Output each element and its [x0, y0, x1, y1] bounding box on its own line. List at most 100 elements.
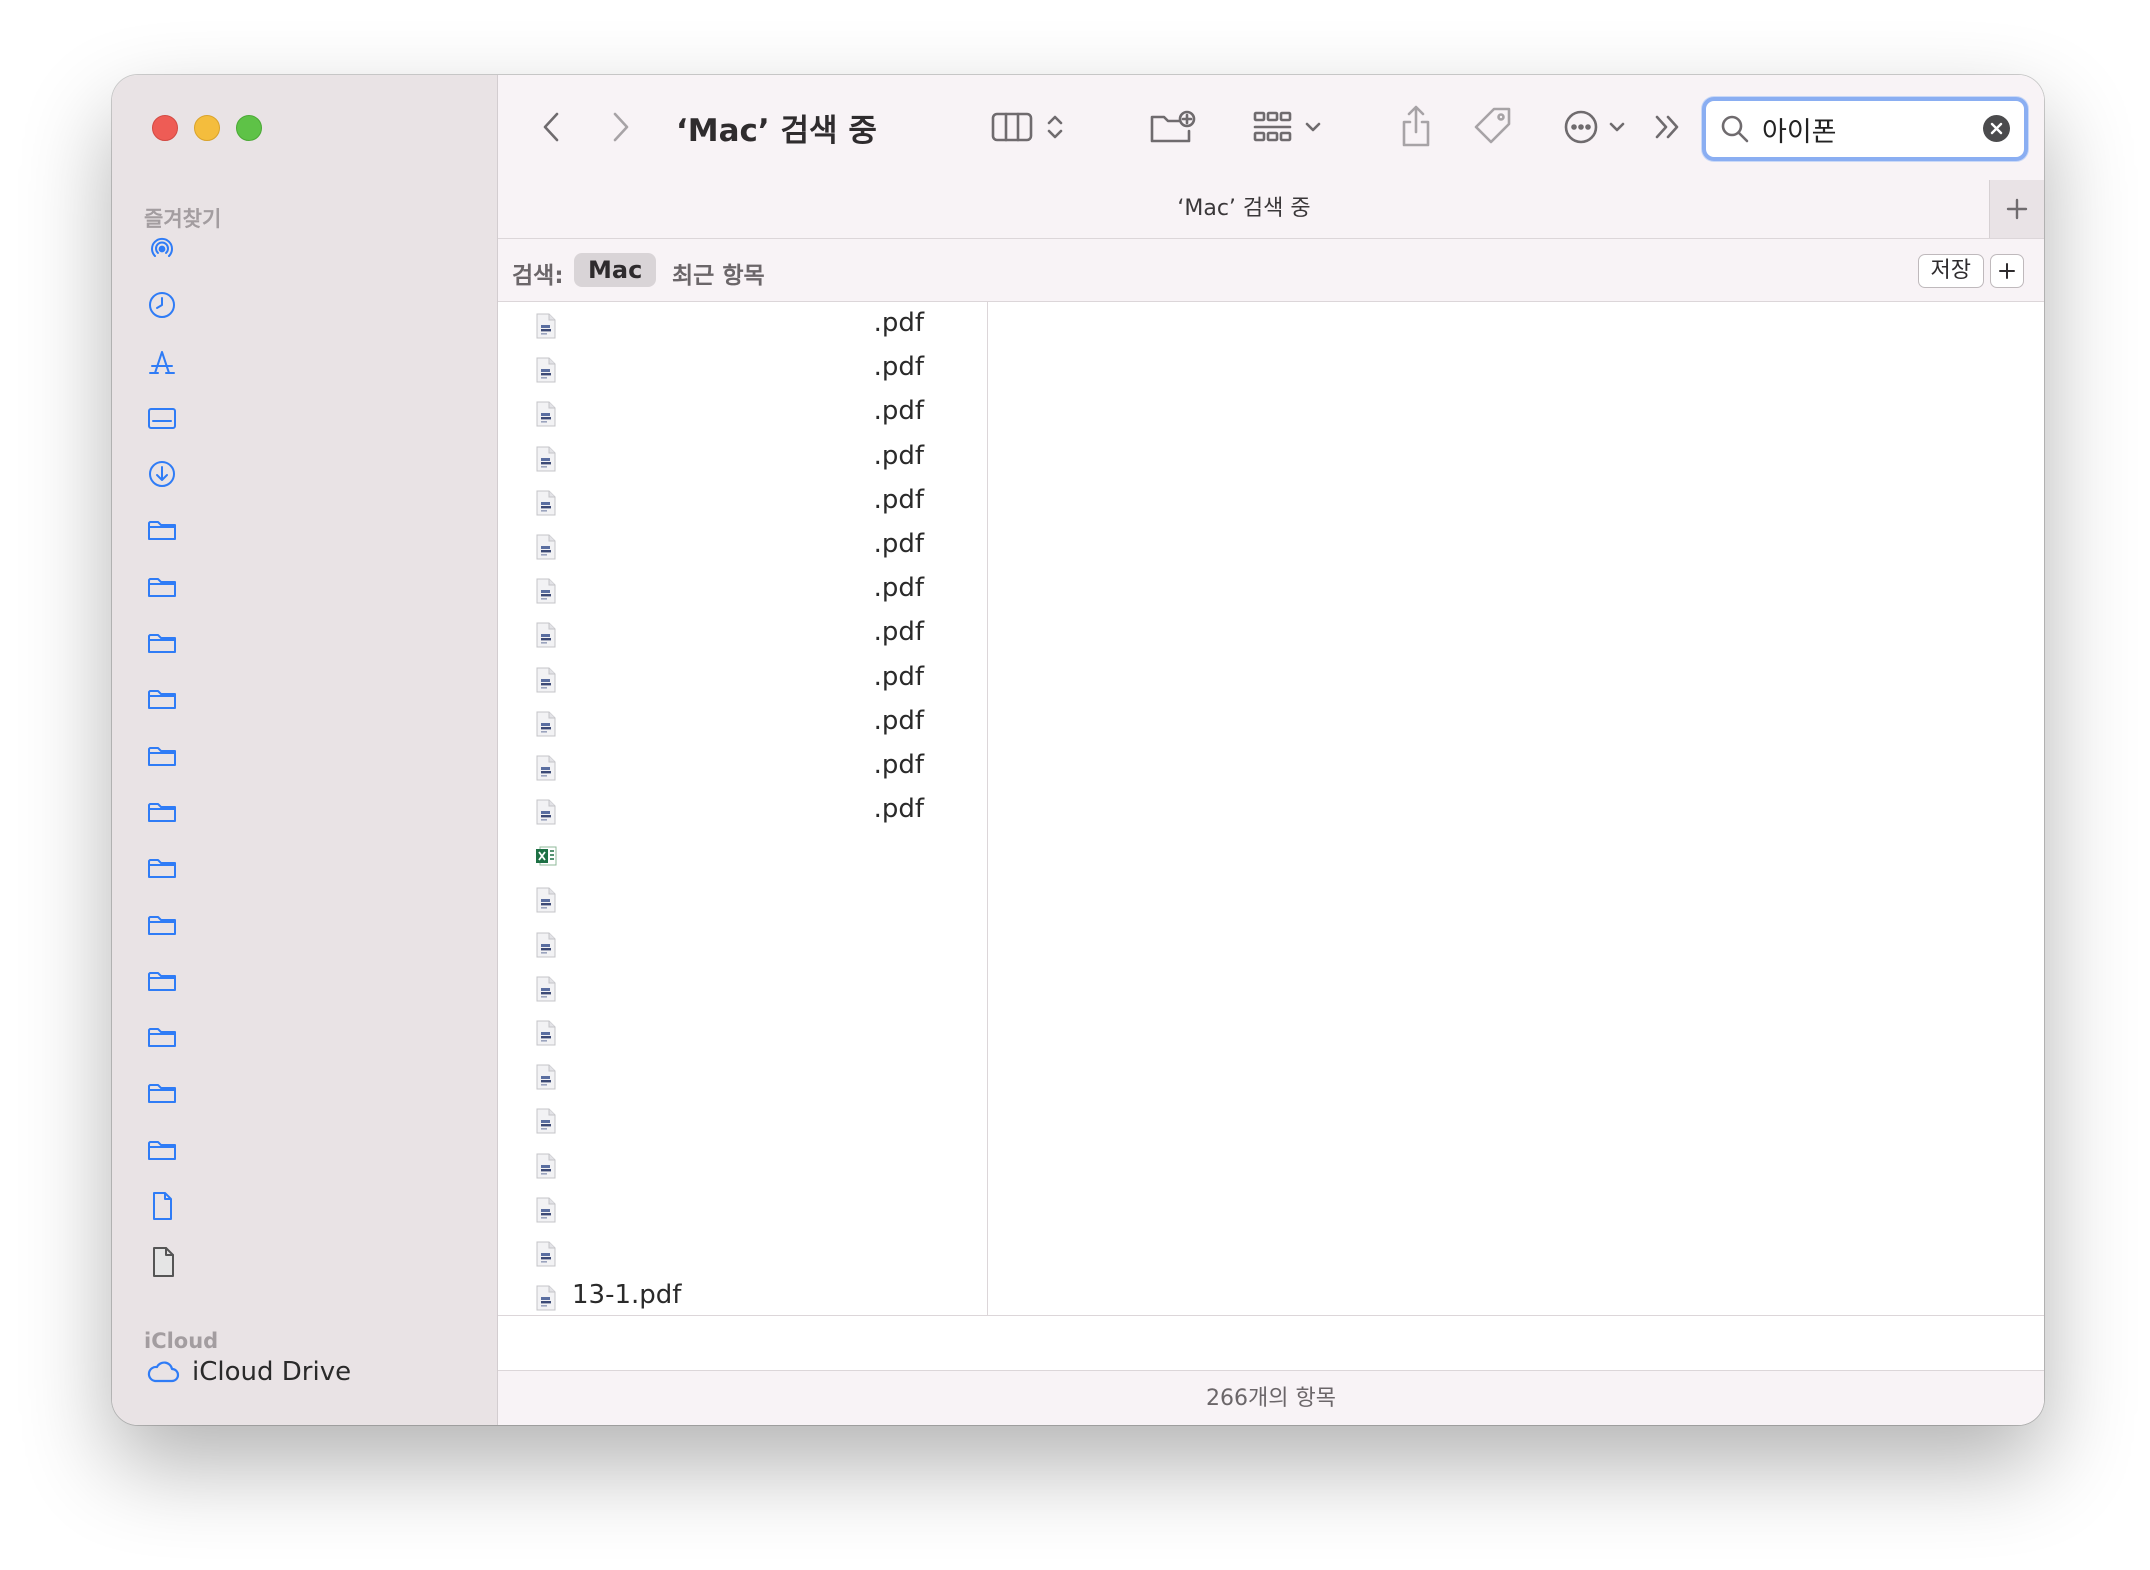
double-chevron-right-icon — [1655, 115, 1679, 139]
chevron-right-icon — [613, 112, 629, 142]
file-row[interactable]: .pdf — [498, 611, 987, 655]
file-row[interactable]: .pdf — [498, 700, 987, 744]
file-row[interactable]: .pdf — [498, 479, 987, 523]
folder-icon — [148, 746, 176, 766]
excel-file-icon — [536, 846, 557, 866]
file-row[interactable] — [498, 1097, 987, 1141]
action-menu-button[interactable] — [1554, 105, 1634, 149]
sidebar-item-14[interactable] — [146, 1021, 178, 1053]
save-search-button[interactable]: 저장 — [1917, 254, 1984, 288]
folder-icon — [148, 577, 176, 597]
sidebar-item-18[interactable] — [146, 1246, 178, 1278]
sidebar-item-8[interactable] — [146, 683, 178, 715]
file-name: .pdf — [873, 308, 924, 338]
sidebar-item-label: iCloud Drive — [192, 1357, 352, 1387]
sidebar-item-3[interactable] — [146, 402, 178, 434]
toolbar-overflow-button[interactable] — [1650, 107, 1686, 147]
view-mode-button[interactable] — [983, 105, 1073, 149]
file-row[interactable]: .pdf — [498, 435, 987, 479]
tag-icon — [1474, 107, 1511, 144]
file-name: .pdf — [873, 528, 924, 559]
folder-icon — [148, 690, 176, 710]
tab-search-mac[interactable]: ‘Mac’ 검색 중 — [498, 180, 1990, 238]
sidebar-item-4[interactable] — [146, 458, 178, 490]
clear-search-button[interactable] — [1983, 115, 2010, 142]
file-row[interactable] — [498, 876, 987, 920]
sidebar-item-6[interactable] — [146, 571, 178, 603]
main-area: ‘Mac’ 검색 중 아이폰 ‘Mac’ 검색 중 검색: Mac 최근 항목 … — [498, 75, 2044, 1425]
file-row[interactable]: 13-1.pdf — [498, 1274, 987, 1315]
new-folder-icon — [1150, 110, 1196, 143]
folder-icon — [148, 1028, 176, 1048]
close-window-button[interactable] — [152, 115, 178, 141]
share-button[interactable] — [1396, 101, 1436, 151]
file-row[interactable] — [498, 965, 987, 1009]
scope-mac-button[interactable]: Mac — [574, 253, 657, 287]
ellipsis-circle-icon — [1564, 110, 1598, 144]
sidebar-item-2[interactable] — [146, 346, 178, 378]
search-input[interactable] — [1762, 113, 1962, 145]
window-controls — [152, 115, 262, 141]
file-row[interactable]: .pdf — [498, 302, 987, 346]
add-criteria-button[interactable] — [1990, 254, 2024, 288]
share-icon — [1402, 105, 1430, 147]
pdf-file-icon — [536, 887, 556, 913]
sidebar-item-11[interactable] — [146, 852, 178, 884]
toolbar: ‘Mac’ 검색 중 — [498, 75, 2044, 180]
back-button[interactable] — [536, 107, 566, 147]
sidebar-item-16[interactable] — [146, 1134, 178, 1166]
path-bar — [498, 1315, 2044, 1371]
file-row[interactable] — [498, 832, 987, 876]
scope-recent-button[interactable]: 최근 항목 — [672, 256, 765, 290]
sidebar-item-icloud-drive[interactable]: iCloud Drive — [146, 1357, 351, 1387]
sidebar-item-7[interactable] — [146, 627, 178, 659]
file-row[interactable]: .pdf — [498, 788, 987, 832]
forward-button[interactable] — [606, 107, 636, 147]
sidebar-item-15[interactable] — [146, 1077, 178, 1109]
file-row[interactable] — [498, 1142, 987, 1186]
plus-icon — [2006, 198, 2028, 220]
document-icon — [153, 1192, 172, 1221]
file-row[interactable]: .pdf — [498, 656, 987, 700]
status-bar: 266개의 항목 — [498, 1370, 2044, 1425]
group-by-button[interactable] — [1242, 105, 1332, 149]
pdf-file-icon — [536, 1153, 556, 1179]
sidebar-item-1[interactable] — [146, 289, 178, 321]
folder-icon — [148, 802, 176, 822]
downloads-icon — [149, 461, 175, 488]
pdf-file-icon — [536, 1020, 556, 1046]
search-results-list[interactable]: .pdf .pdf .pdf .pdf .pdf .pdf .pdf .pdf .pdf .pdf… — [498, 302, 988, 1315]
sidebar-item-9[interactable] — [146, 740, 178, 772]
file-row[interactable]: .pdf — [498, 346, 987, 390]
file-row[interactable]: .pdf — [498, 567, 987, 611]
sidebar-item-17[interactable] — [146, 1190, 178, 1222]
applications-icon — [149, 350, 175, 374]
file-row[interactable]: .pdf — [498, 390, 987, 434]
sidebar-item-0[interactable] — [146, 233, 178, 265]
file-name: .pdf — [873, 484, 924, 515]
file-row[interactable]: .pdf — [498, 523, 987, 567]
close-icon — [1990, 122, 2003, 135]
zoom-window-button[interactable] — [236, 115, 262, 141]
file-row[interactable] — [498, 1230, 987, 1274]
search-field[interactable] — [1702, 97, 2028, 161]
folder-icon — [148, 634, 176, 654]
new-tab-button[interactable] — [1989, 180, 2044, 238]
new-folder-button[interactable] — [1148, 105, 1198, 149]
file-row[interactable] — [498, 1186, 987, 1230]
window-title: ‘Mac’ 검색 중 — [676, 113, 877, 149]
file-row[interactable]: .pdf — [498, 744, 987, 788]
sidebar-item-13[interactable] — [146, 965, 178, 997]
file-row[interactable] — [498, 1009, 987, 1053]
sidebar-item-5[interactable] — [146, 514, 178, 546]
sidebar-item-10[interactable] — [146, 796, 178, 828]
sidebar-item-12[interactable] — [146, 909, 178, 941]
file-name: .pdf — [873, 749, 924, 780]
tag-button[interactable] — [1470, 103, 1516, 149]
file-name: .pdf — [873, 396, 924, 427]
file-row[interactable] — [498, 921, 987, 965]
file-row[interactable] — [498, 1053, 987, 1097]
search-icon — [1721, 115, 1749, 143]
search-scope-bar: 검색: Mac 최근 항목 저장 — [498, 239, 2044, 302]
minimize-window-button[interactable] — [194, 115, 220, 141]
